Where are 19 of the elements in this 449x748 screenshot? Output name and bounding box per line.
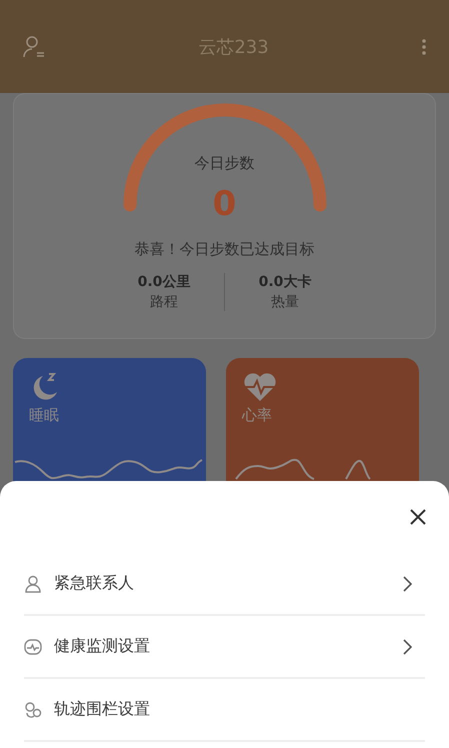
menu-item[interactable]: 健康监测设置 bbox=[24, 616, 425, 679]
user-settings-icon[interactable] bbox=[22, 34, 46, 58]
more-icon[interactable] bbox=[421, 36, 427, 56]
person-icon bbox=[24, 574, 42, 592]
tile-label: 心率 bbox=[242, 406, 273, 425]
menu-item[interactable]: 紧急联系人 bbox=[24, 553, 425, 616]
steps-label: 今日步数 bbox=[194, 154, 254, 173]
pulse-icon bbox=[24, 638, 42, 656]
heart-pulse-icon bbox=[242, 372, 278, 402]
location-route-icon bbox=[24, 700, 42, 718]
goal-message: 恭喜！今日步数已达成目标 bbox=[134, 240, 314, 259]
stat-label: 路程 bbox=[150, 293, 178, 311]
steps-count: 0 bbox=[212, 187, 236, 221]
stat-value: 0.0公里 bbox=[138, 273, 190, 291]
tile-label: 睡眠 bbox=[29, 406, 60, 425]
stat-value: 0.0大卡 bbox=[258, 273, 312, 291]
close-icon[interactable] bbox=[410, 508, 426, 524]
stat-label: 热量 bbox=[271, 293, 299, 311]
menu-item[interactable]: 轨迹围栏设置 bbox=[24, 679, 425, 742]
